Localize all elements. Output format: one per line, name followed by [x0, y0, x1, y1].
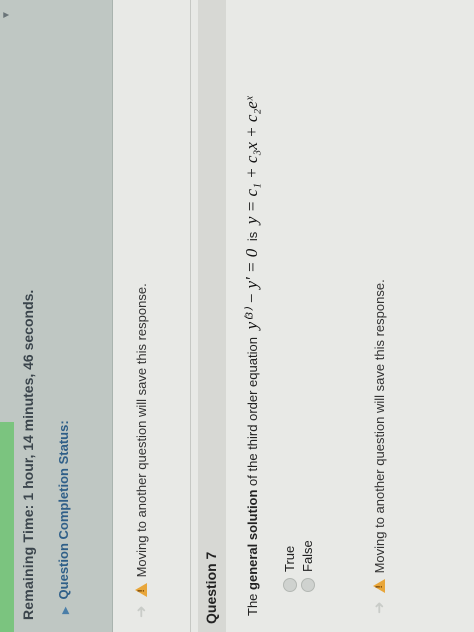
warning-icon [135, 583, 147, 598]
expand-triangle-icon: ▶ [60, 607, 70, 614]
warning-icon [373, 579, 385, 594]
completion-status-label: Question Completion Status: [56, 420, 71, 600]
save-notice-top: ➜ Moving to another question will save t… [132, 283, 150, 618]
radio-true[interactable] [282, 578, 297, 592]
question-text-mid: of the third order equation [245, 337, 260, 486]
radio-false[interactable] [300, 578, 315, 592]
question-completion-status[interactable]: ▶ Question Completion Status: [56, 420, 71, 614]
page: ▼ Remaining Time: 1 hour, 14 minutes, 46… [0, 0, 474, 632]
remaining-time-label: Remaining Time: [20, 504, 36, 620]
arrow-right-icon: ➜ [133, 605, 150, 618]
save-notice-text: Moving to another question will save thi… [133, 283, 149, 578]
question-text-is: is [245, 231, 260, 242]
question-text-bold: general solution [245, 489, 260, 590]
question-solution: y = c₁ + c₃x + c₂eˣ [242, 96, 261, 225]
question-title: Question 7 [203, 551, 219, 624]
remaining-time: Remaining Time: 1 hour, 14 minutes, 46 s… [20, 290, 36, 620]
divider [190, 0, 191, 632]
question-header: Question 7 [198, 0, 226, 632]
menu-arrow-icon[interactable]: ▼ [1, 10, 12, 20]
option-true-label: True [282, 545, 297, 572]
save-notice-text: Moving to another question will save thi… [371, 279, 387, 574]
question-equation: y⁽³⁾ − y′ = 0 [242, 248, 261, 330]
option-true[interactable]: True [282, 546, 297, 592]
remaining-time-value: 1 hour, 14 minutes, 46 seconds. [20, 289, 36, 501]
arrow-right-icon: ➜ [371, 601, 388, 614]
question-text: The general solution of the third order … [242, 6, 262, 616]
status-accent-bar [0, 422, 14, 632]
question-text-prefix: The [245, 593, 260, 616]
status-panel: ▼ Remaining Time: 1 hour, 14 minutes, 46… [0, 0, 113, 632]
option-false-label: False [300, 540, 315, 572]
option-false[interactable]: False [300, 540, 315, 592]
save-notice-bottom: ➜ Moving to another question will save t… [370, 279, 388, 614]
